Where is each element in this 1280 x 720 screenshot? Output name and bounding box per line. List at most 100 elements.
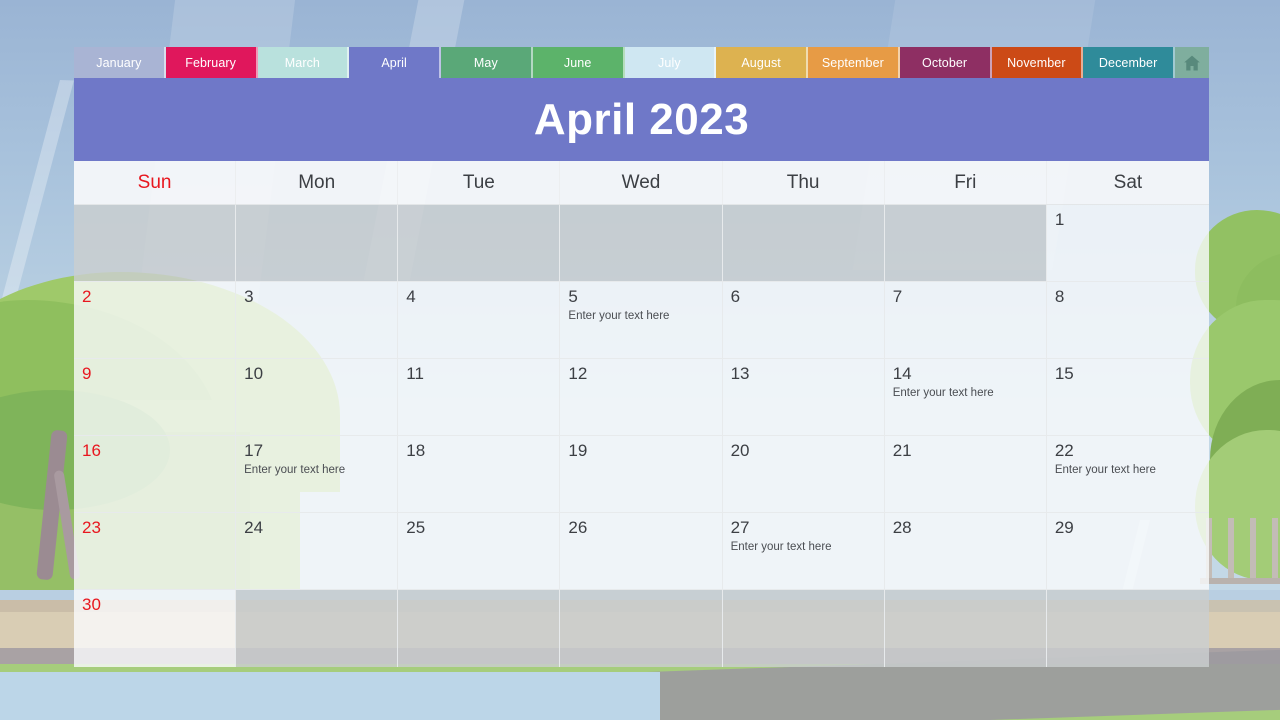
day-cell-27[interactable]: 27 Enter your text here — [722, 513, 885, 589]
day-cell-2[interactable]: 2 — [74, 282, 237, 358]
home-button[interactable] — [1175, 47, 1209, 78]
day-event-text[interactable]: Enter your text here — [244, 463, 389, 477]
month-tab-bar: January February March April May June July Augu… — [74, 47, 1209, 78]
day-cell-7[interactable]: 7 — [884, 282, 1047, 358]
day-number: 21 — [892, 441, 912, 460]
day-cell-21[interactable]: 21 — [884, 436, 1047, 512]
day-cell-30[interactable]: 30 — [74, 590, 237, 667]
day-number: 4 — [406, 287, 416, 306]
day-cell-1[interactable]: 1 — [1046, 205, 1209, 281]
day-cell-empty — [884, 590, 1047, 667]
weekday-header-sun: Sun — [74, 161, 237, 204]
day-cell-16[interactable]: 16 — [74, 436, 237, 512]
day-number: 27 — [730, 518, 750, 537]
day-number: 16 — [82, 441, 101, 460]
month-tab-june[interactable]: June — [532, 47, 625, 78]
month-tab-october[interactable]: October — [899, 47, 992, 78]
day-number: 14 — [892, 364, 912, 383]
calendar-week-row: 16 17 Enter your text here 18 19 20 21 22 Enter … — [74, 436, 1209, 513]
day-number: 1 — [1054, 210, 1065, 229]
month-tab-february[interactable]: February — [165, 47, 258, 78]
weekday-header-mon: Mon — [236, 161, 399, 204]
day-cell-empty — [236, 205, 399, 281]
day-cell-empty — [74, 205, 237, 281]
day-number: 30 — [82, 595, 101, 614]
day-cell-17[interactable]: 17 Enter your text here — [236, 436, 399, 512]
calendar-week-row: 2 3 4 5 Enter your text here 6 7 8 — [74, 282, 1209, 359]
day-cell-22[interactable]: 22 Enter your text here — [1046, 436, 1209, 512]
weekday-header-wed: Wed — [560, 161, 723, 204]
fence-post — [1250, 518, 1256, 584]
day-cell-29[interactable]: 29 — [1046, 513, 1209, 589]
day-cell-8[interactable]: 8 — [1046, 282, 1209, 358]
day-cell-6[interactable]: 6 — [722, 282, 885, 358]
day-cell-24[interactable]: 24 — [236, 513, 399, 589]
day-cell-empty — [398, 205, 561, 281]
day-number: 8 — [1054, 287, 1065, 306]
day-cell-26[interactable]: 26 — [560, 513, 723, 589]
day-cell-12[interactable]: 12 — [560, 359, 723, 435]
day-event-text[interactable]: Enter your text here — [893, 386, 1038, 400]
month-tab-september[interactable]: September — [808, 47, 900, 78]
day-number: 18 — [406, 441, 426, 460]
day-cell-10[interactable]: 10 — [236, 359, 399, 435]
month-tab-december[interactable]: December — [1083, 47, 1175, 78]
day-number: 3 — [244, 287, 254, 306]
day-number: 23 — [82, 518, 101, 537]
day-cell-13[interactable]: 13 — [722, 359, 885, 435]
month-tab-may[interactable]: May — [441, 47, 533, 78]
month-tab-july[interactable]: July — [624, 47, 717, 78]
day-cell-28[interactable]: 28 — [884, 513, 1047, 589]
day-cell-empty — [884, 205, 1047, 281]
day-number: 25 — [406, 518, 426, 537]
day-number: 29 — [1054, 518, 1074, 537]
calendar-title-band: April 2023 — [74, 78, 1209, 161]
day-cell-empty — [722, 590, 885, 667]
day-cell-20[interactable]: 20 — [722, 436, 885, 512]
day-number: 17 — [244, 441, 264, 460]
day-cell-3[interactable]: 3 — [236, 282, 399, 358]
day-number: 20 — [730, 441, 750, 460]
day-number: 11 — [406, 364, 424, 383]
day-event-text[interactable]: Enter your text here — [1055, 463, 1201, 477]
day-number: 26 — [568, 518, 588, 537]
day-cell-empty — [236, 590, 399, 667]
weekday-header-fri: Fri — [885, 161, 1047, 204]
fence-post — [1228, 518, 1234, 584]
weekday-header-tue: Tue — [398, 161, 561, 204]
day-cell-empty — [398, 590, 561, 667]
day-cell-18[interactable]: 18 — [398, 436, 561, 512]
day-cell-19[interactable]: 19 — [560, 436, 723, 512]
day-cell-empty — [560, 590, 723, 667]
day-cell-9[interactable]: 9 — [74, 359, 237, 435]
day-number: 28 — [892, 518, 912, 537]
day-number: 5 — [568, 287, 578, 306]
month-tab-november[interactable]: November — [991, 47, 1084, 78]
day-cell-14[interactable]: 14 Enter your text here — [884, 359, 1047, 435]
fence-rail — [1200, 578, 1280, 584]
calendar-week-row: 30 — [74, 590, 1209, 667]
day-cell-4[interactable]: 4 — [398, 282, 561, 358]
fence-post — [1272, 518, 1278, 584]
day-event-text[interactable]: Enter your text here — [731, 540, 876, 554]
month-tab-april[interactable]: April — [349, 47, 441, 78]
day-number: 6 — [730, 287, 741, 306]
day-number: 12 — [568, 364, 588, 383]
day-number: 9 — [82, 364, 92, 383]
day-cell-11[interactable]: 11 — [398, 359, 561, 435]
day-cell-15[interactable]: 15 — [1046, 359, 1209, 435]
weekday-header-row: Sun Mon Tue Wed Thu Fri Sat — [74, 161, 1209, 205]
day-cell-23[interactable]: 23 — [74, 513, 237, 589]
day-cell-25[interactable]: 25 — [398, 513, 561, 589]
weekday-header-sat: Sat — [1113, 171, 1143, 193]
day-number: 19 — [568, 441, 588, 460]
day-number: 10 — [244, 364, 264, 383]
month-tab-march[interactable]: March — [257, 47, 350, 78]
day-number: 22 — [1054, 441, 1074, 460]
day-cell-5[interactable]: 5 Enter your text here — [560, 282, 723, 358]
month-tab-august[interactable]: August — [716, 47, 808, 78]
calendar-week-row: 23 24 25 26 27 Enter your text here 28 29 — [74, 513, 1209, 590]
day-event-text[interactable]: Enter your text here — [568, 309, 713, 323]
month-tab-january[interactable]: January — [74, 47, 166, 78]
day-cell-empty — [560, 205, 723, 281]
